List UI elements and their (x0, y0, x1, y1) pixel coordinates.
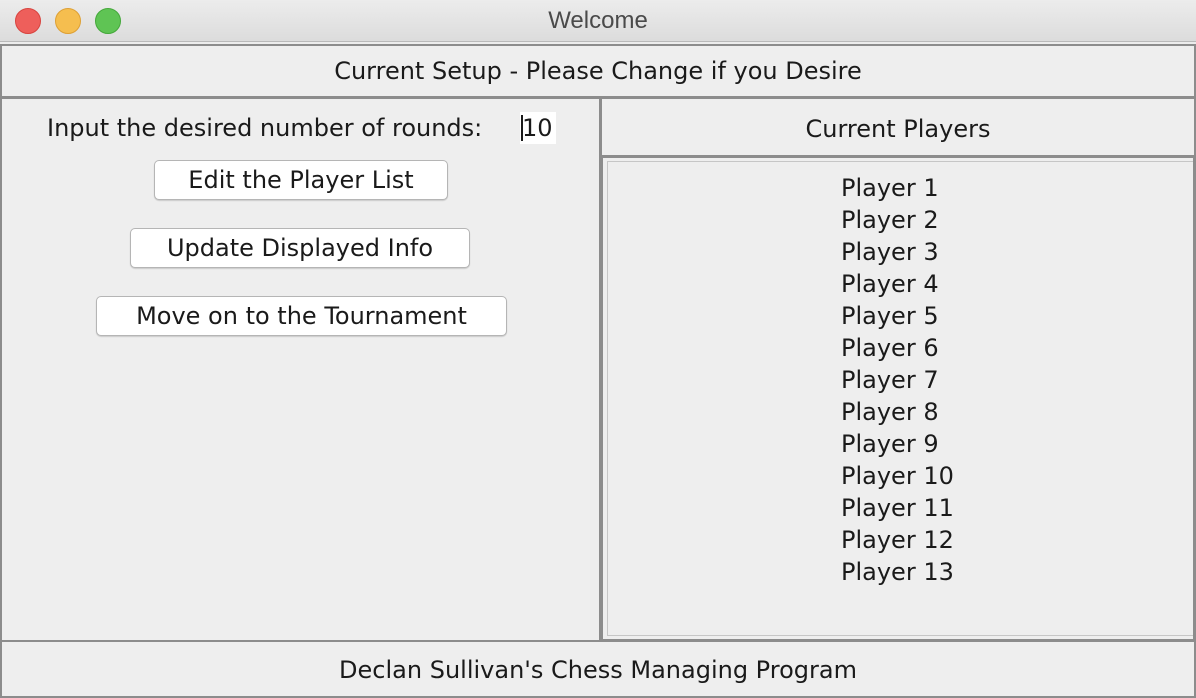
setup-panel: Input the desired number of rounds: Edit… (0, 97, 601, 642)
minimize-window-button[interactable] (55, 8, 81, 34)
window-title: Welcome (548, 7, 648, 34)
edit-player-list-button[interactable]: Edit the Player List (154, 160, 448, 200)
move-to-tournament-button[interactable]: Move on to the Tournament (96, 296, 507, 336)
player-list-item[interactable]: Player 9 (841, 428, 954, 460)
setup-header-label: Current Setup - Please Change if you Des… (334, 57, 862, 85)
app-window: Welcome Current Setup - Please Change if… (0, 0, 1196, 698)
player-list-item[interactable]: Player 5 (841, 300, 954, 332)
players-header: Current Players (600, 97, 1196, 158)
close-window-button[interactable] (15, 8, 41, 34)
player-list-item[interactable]: Player 10 (841, 460, 954, 492)
rounds-label: Input the desired number of rounds: (47, 114, 483, 142)
player-list-item[interactable]: Player 6 (841, 332, 954, 364)
player-list-panel[interactable]: Player 1 Player 2 Player 3 Player 4 Player 5… (600, 155, 1196, 642)
maximize-window-button[interactable] (95, 8, 121, 34)
player-list-item[interactable]: Player 3 (841, 236, 954, 268)
player-list-item[interactable]: Player 13 (841, 556, 954, 588)
player-list-item[interactable]: Player 4 (841, 268, 954, 300)
player-list-item[interactable]: Player 1 (841, 172, 954, 204)
player-list-item[interactable]: Player 11 (841, 492, 954, 524)
player-list-item[interactable]: Player 2 (841, 204, 954, 236)
update-displayed-info-button[interactable]: Update Displayed Info (130, 228, 470, 268)
player-list[interactable]: Player 1 Player 2 Player 3 Player 4 Player 5… (841, 172, 954, 588)
rounds-input[interactable] (520, 112, 556, 144)
footer-label: Declan Sullivan's Chess Managing Program (339, 656, 857, 684)
text-caret (521, 115, 523, 141)
title-bar[interactable]: Welcome (0, 0, 1196, 42)
footer: Declan Sullivan's Chess Managing Program (0, 640, 1196, 698)
players-header-label: Current Players (805, 115, 991, 143)
player-list-item[interactable]: Player 8 (841, 396, 954, 428)
player-list-item[interactable]: Player 12 (841, 524, 954, 556)
setup-header: Current Setup - Please Change if you Des… (0, 44, 1196, 98)
player-list-item[interactable]: Player 7 (841, 364, 954, 396)
